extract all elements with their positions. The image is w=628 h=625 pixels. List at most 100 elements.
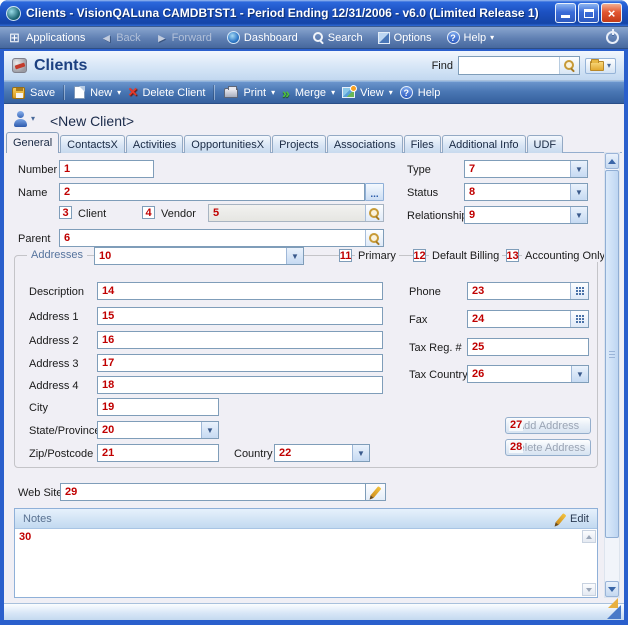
fax-dialer-button[interactable] <box>570 311 588 327</box>
state-province-dropdown[interactable]: 20 ▼ <box>97 421 219 439</box>
primary-label: Primary <box>355 250 399 262</box>
address3-input[interactable]: 17 <box>97 354 383 372</box>
record-menu-button[interactable]: ▾ <box>13 111 35 127</box>
tax-country-dropdown[interactable]: 26 ▼ <box>467 365 589 383</box>
minimize-button[interactable] <box>555 3 576 23</box>
chevron-down-icon[interactable]: ▼ <box>570 184 587 200</box>
default-billing-checkbox[interactable]: 12 <box>413 249 426 262</box>
tab-activities[interactable]: Activities <box>126 135 183 153</box>
find-search-button[interactable] <box>559 57 579 74</box>
chevron-down-icon[interactable]: ▼ <box>352 445 369 461</box>
tab-general[interactable]: General <box>6 132 59 153</box>
chevron-down-icon[interactable]: ▼ <box>570 161 587 177</box>
parent-search-button[interactable] <box>365 230 383 246</box>
city-input[interactable]: 19 <box>97 398 219 416</box>
search-icon <box>369 208 380 219</box>
address1-label: Address 1 <box>29 311 79 323</box>
add-address-button[interactable]: 27 Add Address <box>505 417 591 434</box>
type-dropdown[interactable]: 7 ▼ <box>464 160 588 178</box>
notes-scroll-up-button[interactable] <box>582 530 596 543</box>
chevron-down-icon[interactable]: ▼ <box>570 207 587 223</box>
vendor-checkbox[interactable]: 4 <box>142 206 155 219</box>
phone-label: Phone <box>409 286 441 298</box>
menu-help[interactable]: ? Help ▾ <box>447 31 495 44</box>
menu-forward[interactable]: ► Forward <box>156 32 212 44</box>
merge-arrows-icon: » <box>282 86 290 100</box>
tab-contactsx[interactable]: ContactsX <box>60 135 125 153</box>
annotation-number: 27 <box>509 419 523 431</box>
vendor-search-button[interactable] <box>365 205 383 221</box>
maximize-button[interactable] <box>578 3 599 23</box>
relationship-dropdown[interactable]: 9 ▼ <box>464 206 588 224</box>
scroll-up-button[interactable] <box>605 153 619 169</box>
country-dropdown[interactable]: 22 ▼ <box>274 444 370 462</box>
primary-checkbox[interactable]: 11 <box>339 249 352 262</box>
chevron-down-icon[interactable]: ▼ <box>201 422 218 438</box>
fax-label: Fax <box>409 314 427 326</box>
fax-input[interactable]: 24 <box>467 310 589 328</box>
tax-country-label: Tax Country <box>409 369 468 381</box>
menu-applications[interactable]: ⊞ Applications <box>9 31 85 44</box>
status-dropdown[interactable]: 8 ▼ <box>464 183 588 201</box>
save-button[interactable]: Save <box>12 87 55 99</box>
address2-input[interactable]: 16 <box>97 331 383 349</box>
parent-input[interactable]: 6 <box>59 229 384 247</box>
address2-label: Address 2 <box>29 335 79 347</box>
chevron-up-icon <box>608 159 616 164</box>
delete-client-button[interactable]: × Delete Client <box>128 85 205 101</box>
address-selector-dropdown[interactable]: 10 ▼ <box>94 247 304 265</box>
clients-module-icon <box>12 58 27 73</box>
chevron-down-icon[interactable]: ▼ <box>571 366 588 382</box>
tab-projects[interactable]: Projects <box>272 135 326 153</box>
notes-edit-button[interactable]: Edit <box>559 513 589 525</box>
address4-input[interactable]: 18 <box>97 376 383 394</box>
keypad-icon <box>576 315 584 323</box>
delete-address-button[interactable]: 28 Delete Address <box>505 439 591 456</box>
tab-udf[interactable]: UDF <box>527 135 564 153</box>
notes-scroll-down-button[interactable] <box>582 583 596 596</box>
chevron-down-icon: ▾ <box>331 89 335 97</box>
tab-associations[interactable]: Associations <box>327 135 403 153</box>
notes-body[interactable]: 30 <box>15 529 597 597</box>
web-site-edit-button[interactable] <box>365 483 386 501</box>
vendor-lookup-field[interactable]: 5 <box>208 204 384 222</box>
toolbar-help-button[interactable]: ? Help <box>400 86 441 99</box>
name-input[interactable]: 2 <box>59 183 365 201</box>
chevron-down-icon[interactable]: ▼ <box>286 248 303 264</box>
save-icon <box>12 87 25 99</box>
close-button[interactable]: × <box>601 3 622 23</box>
person-icon <box>13 111 28 127</box>
merge-button[interactable]: » Merge ▾ <box>282 86 335 100</box>
tab-files[interactable]: Files <box>404 135 441 153</box>
tab-opportunitiesx[interactable]: OpportunitiesX <box>184 135 271 153</box>
phone-input[interactable]: 23 <box>467 282 589 300</box>
accounting-only-checkbox[interactable]: 13 <box>506 249 519 262</box>
new-button[interactable]: New ▾ <box>74 86 121 99</box>
client-checkbox[interactable]: 3 <box>59 206 72 219</box>
find-input[interactable] <box>459 58 559 73</box>
menu-dashboard[interactable]: Dashboard <box>227 31 298 44</box>
view-button[interactable]: View ▾ <box>342 87 393 99</box>
menu-options[interactable]: Options <box>378 32 432 44</box>
name-label: Name <box>18 187 47 199</box>
name-ellipsis-button[interactable]: ... <box>365 183 384 201</box>
menu-back[interactable]: ◄ Back <box>100 32 140 44</box>
scrollbar-thumb[interactable] <box>605 170 619 538</box>
description-input[interactable]: 14 <box>97 282 383 300</box>
power-button[interactable] <box>606 31 619 44</box>
description-label: Description <box>29 286 84 298</box>
chevron-down-icon: ▾ <box>31 115 35 123</box>
web-site-input[interactable]: 29 <box>60 483 366 501</box>
tab-additional-info[interactable]: Additional Info <box>442 135 526 153</box>
number-input[interactable]: 1 <box>59 160 154 178</box>
menu-search[interactable]: Search <box>313 32 363 44</box>
tax-reg-input[interactable]: 25 <box>467 338 589 356</box>
address1-input[interactable]: 15 <box>97 307 383 325</box>
scroll-down-button[interactable] <box>605 581 619 597</box>
phone-dialer-button[interactable] <box>570 283 588 299</box>
vertical-scrollbar[interactable] <box>604 152 620 598</box>
zip-postcode-input[interactable]: 21 <box>97 444 219 462</box>
print-button[interactable]: Print ▾ <box>224 87 275 99</box>
saved-searches-button[interactable]: ▾ <box>585 58 616 74</box>
resize-grip-icon[interactable] <box>607 605 621 619</box>
